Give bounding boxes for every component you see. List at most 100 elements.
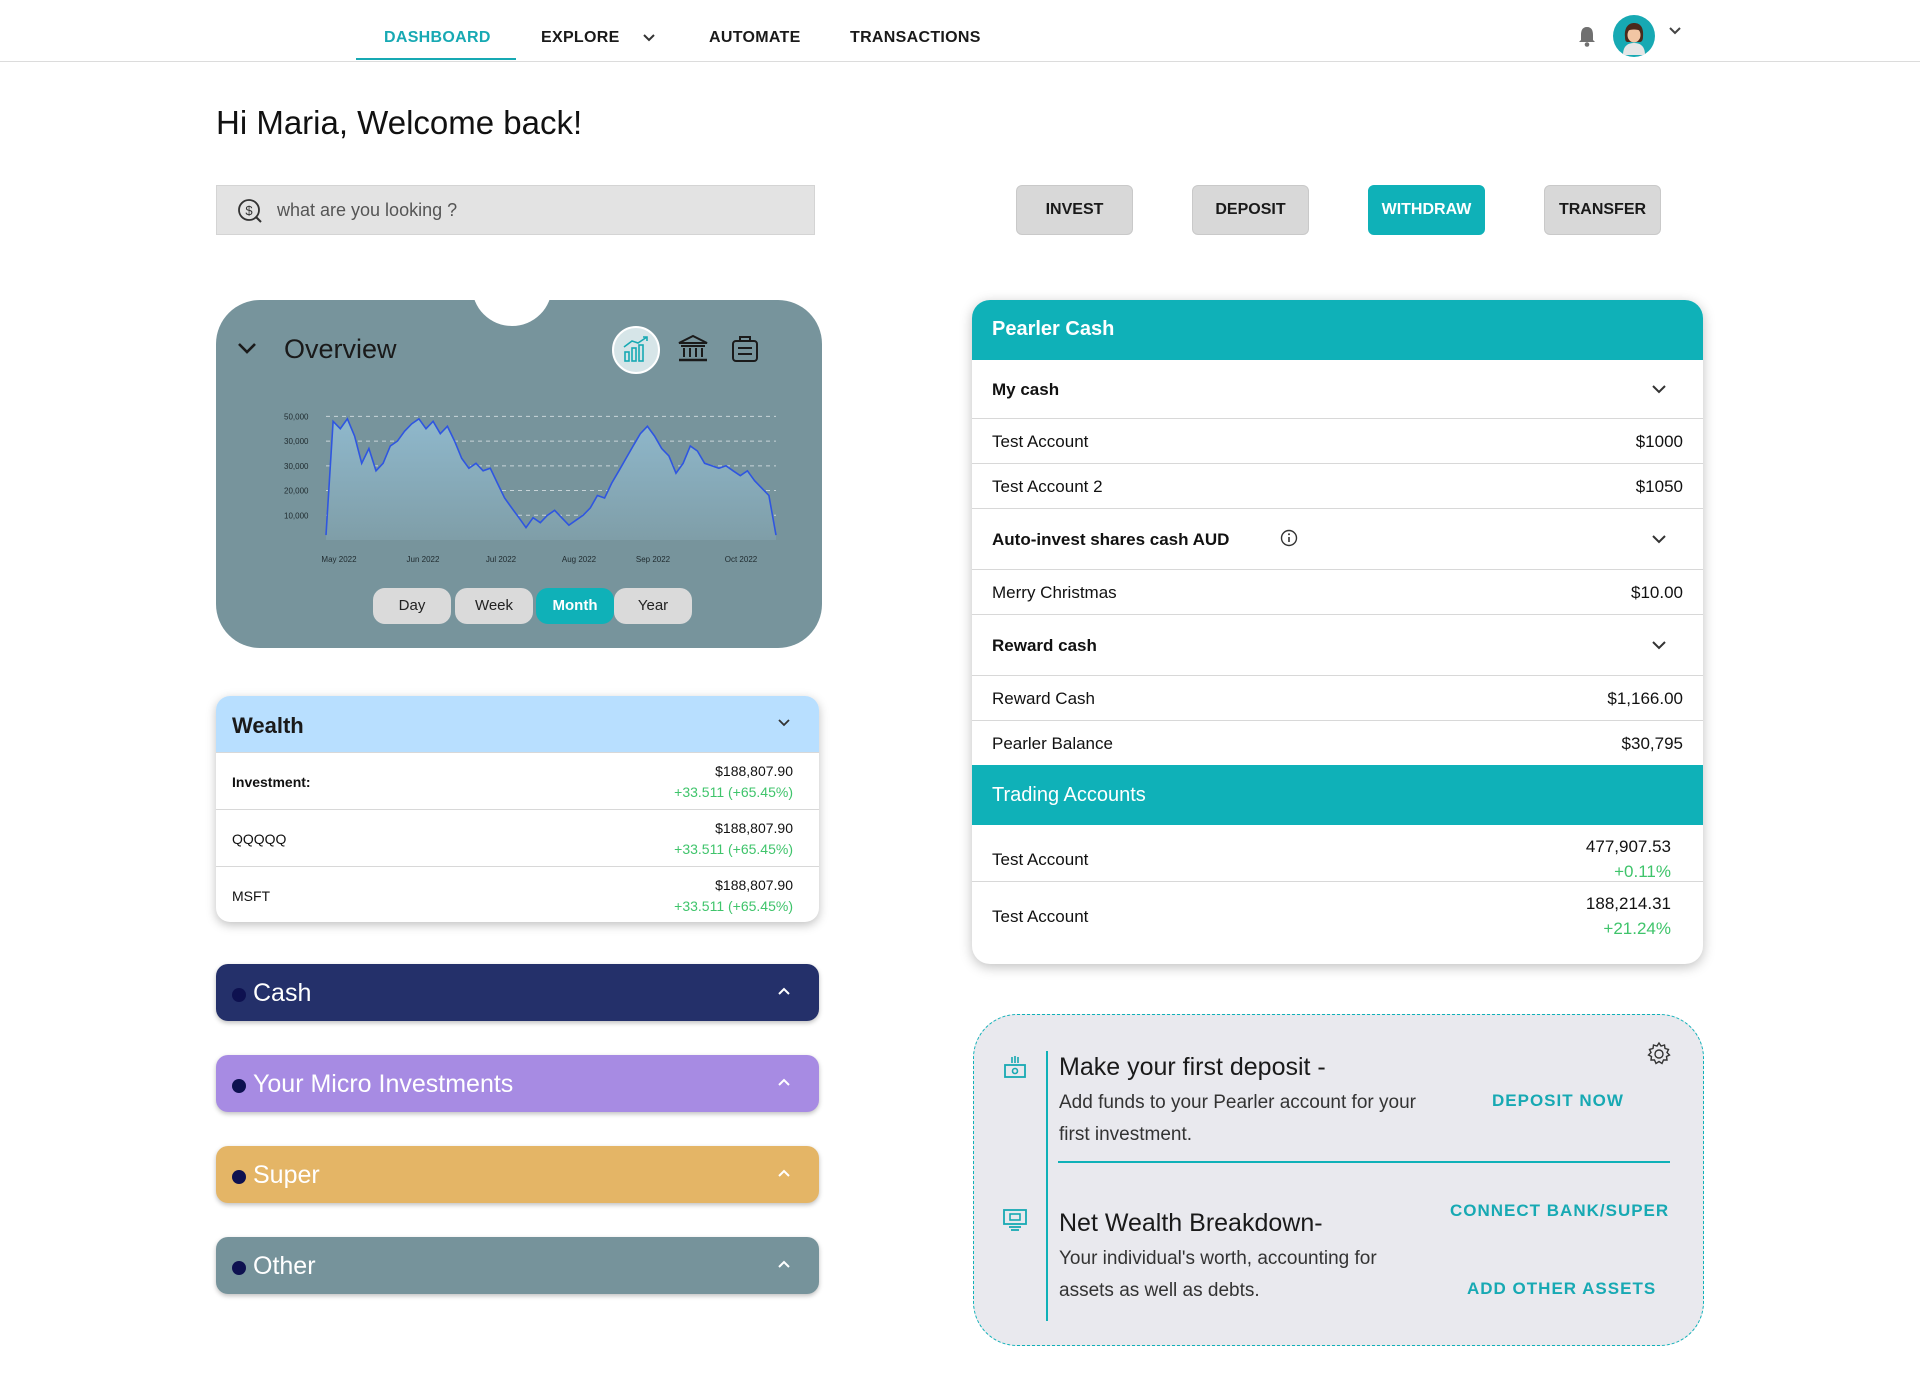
- nav-explore[interactable]: EXPLORE: [541, 0, 656, 62]
- my-cash-section-header[interactable]: My cash: [972, 360, 1703, 419]
- cash-account-label: Test Account: [992, 432, 1089, 451]
- getting-started-panel: Make your first deposit - Add funds to y…: [973, 1014, 1704, 1346]
- reward-cash-label: Reward cash: [992, 636, 1097, 655]
- trading-account-row[interactable]: Test Account 477,907.53 +0.11%: [972, 825, 1703, 882]
- wealth-row[interactable]: Investment: $188,807.90 +33.511 (+65.45%…: [216, 752, 819, 809]
- overview-title: Overview: [284, 334, 397, 364]
- wealth-row-label: QQQQQ: [232, 831, 287, 847]
- trading-account-value: 188,214.31: [1585, 894, 1671, 913]
- auto-invest-section-header[interactable]: Auto-invest shares cash AUD: [972, 509, 1703, 570]
- search-input[interactable]: [277, 186, 797, 234]
- chevron-up-icon: [778, 987, 790, 995]
- withdraw-button[interactable]: WITHDRAW: [1368, 185, 1485, 235]
- bell-icon[interactable]: [1576, 24, 1598, 48]
- cash-account-value: $1000: [1635, 432, 1683, 451]
- category-micro-investments-bar[interactable]: Your Micro Investments: [216, 1055, 819, 1112]
- first-deposit-description: Add funds to your Pearler account for yo…: [1059, 1092, 1416, 1145]
- chart-x-tick-label: May 2022: [321, 555, 357, 564]
- period-month-button[interactable]: Month: [536, 588, 614, 624]
- trading-account-label: Test Account: [992, 907, 1089, 926]
- category-dot: [232, 988, 246, 1002]
- chart-y-tick-label: 20,000: [284, 487, 309, 496]
- growth-chart-icon: [623, 336, 648, 362]
- wealth-row-change: +33.511 (+65.45%): [674, 841, 793, 857]
- period-year-button[interactable]: Year: [614, 588, 692, 624]
- welcome-heading: Hi Maria, Welcome back!: [216, 104, 583, 141]
- cash-account-row[interactable]: Test Account $1000: [972, 419, 1703, 464]
- reward-cash-section-header[interactable]: Reward cash: [972, 615, 1703, 676]
- chart-y-tick-label: 50,000: [284, 412, 309, 421]
- cash-account-label: Merry Christmas: [992, 583, 1117, 602]
- trading-accounts-header: Trading Accounts: [972, 765, 1703, 825]
- wealth-row[interactable]: MSFT $188,807.90 +33.511 (+65.45%): [216, 866, 819, 922]
- pearler-balance-value: $30,795: [1621, 734, 1683, 753]
- chart-y-tick-label: 30,000: [284, 462, 309, 471]
- cash-account-row[interactable]: Reward Cash $1,166.00: [972, 676, 1703, 721]
- briefcase-icon[interactable]: [730, 334, 760, 364]
- pearler-cash-header: Pearler Cash: [972, 300, 1703, 360]
- bank-icon[interactable]: [677, 334, 709, 364]
- net-wealth-description: Your individual's worth, accounting for …: [1059, 1248, 1377, 1301]
- nav-explore-label: EXPLORE: [541, 29, 620, 46]
- period-week-button[interactable]: Week: [455, 588, 533, 624]
- svg-text:$: $: [245, 203, 253, 218]
- my-cash-label: My cash: [992, 380, 1060, 399]
- category-label: Other: [253, 1252, 316, 1280]
- connect-bank-super-link[interactable]: CONNECT BANK/SUPER: [1450, 1201, 1669, 1221]
- gear-icon[interactable]: [1646, 1041, 1672, 1067]
- nav-automate[interactable]: AUTOMATE: [709, 0, 801, 62]
- collapse-chevron-icon[interactable]: [236, 340, 258, 356]
- trading-account-value: 477,907.53: [1585, 837, 1671, 856]
- pearler-cash-card: Pearler Cash My cash Test Account $1000 …: [972, 300, 1703, 964]
- wealth-card: Wealth Investment: $188,807.90 +33.511 (…: [216, 696, 819, 922]
- cash-account-value: $10.00: [1631, 583, 1683, 602]
- pearler-balance-row[interactable]: Pearler Balance $30,795: [972, 721, 1703, 765]
- chevron-down-icon: [778, 719, 790, 727]
- chart-x-tick-label: Oct 2022: [725, 555, 758, 564]
- category-label: Super: [253, 1161, 320, 1189]
- overview-notch: [472, 274, 552, 326]
- chart-y-tick-label: 30,000: [284, 437, 309, 446]
- first-deposit-title: Make your first deposit -: [1059, 1053, 1326, 1081]
- account-chevron-down-icon[interactable]: [1668, 26, 1682, 36]
- trading-account-row[interactable]: Test Account 188,214.31 +21.24%: [972, 882, 1703, 939]
- cash-account-row[interactable]: Test Account 2 $1050: [972, 464, 1703, 509]
- category-label: Your Micro Investments: [253, 1070, 514, 1098]
- category-label: Cash: [253, 979, 312, 1007]
- wealth-row[interactable]: QQQQQ $188,807.90 +33.511 (+65.45%): [216, 809, 819, 866]
- category-other-bar[interactable]: Other: [216, 1237, 819, 1294]
- trading-accounts-title: Trading Accounts: [992, 784, 1146, 806]
- chart-view-button[interactable]: [612, 326, 660, 374]
- trading-account-change: +0.11%: [1614, 862, 1671, 881]
- pearler-cash-title: Pearler Cash: [992, 318, 1115, 340]
- cash-account-value: $1050: [1635, 477, 1683, 496]
- transfer-button[interactable]: TRANSFER: [1544, 185, 1661, 235]
- wealth-title: Wealth: [232, 713, 304, 738]
- category-dot: [232, 1079, 246, 1093]
- pearler-balance-label: Pearler Balance: [992, 734, 1113, 753]
- chevron-up-icon: [778, 1169, 790, 1177]
- search-bar: $: [216, 185, 815, 235]
- period-day-button[interactable]: Day: [373, 588, 451, 624]
- cash-account-row[interactable]: Merry Christmas $10.00: [972, 570, 1703, 615]
- category-dot: [232, 1261, 246, 1275]
- deposit-button[interactable]: DEPOSIT: [1192, 185, 1309, 235]
- category-super-bar[interactable]: Super: [216, 1146, 819, 1203]
- nav-active-underline: [356, 58, 516, 60]
- dollar-search-icon: $: [238, 199, 262, 223]
- info-icon[interactable]: [1280, 529, 1298, 547]
- chart-x-tick-label: Sep 2022: [636, 555, 671, 564]
- avatar[interactable]: [1613, 15, 1655, 57]
- deposit-now-link[interactable]: DEPOSIT NOW: [1492, 1091, 1624, 1111]
- nav-transactions[interactable]: TRANSACTIONS: [850, 0, 981, 62]
- auto-invest-label: Auto-invest shares cash AUD: [992, 530, 1230, 549]
- cash-account-label: Test Account 2: [992, 477, 1103, 496]
- panel-divider-horizontal: [1058, 1161, 1670, 1163]
- nav-dashboard[interactable]: DASHBOARD: [384, 0, 491, 62]
- add-other-assets-link[interactable]: ADD OTHER ASSETS: [1467, 1279, 1656, 1299]
- chevron-down-icon: [1652, 641, 1666, 650]
- invest-button[interactable]: INVEST: [1016, 185, 1133, 235]
- chevron-down-icon: [1652, 385, 1666, 394]
- category-cash-bar[interactable]: Cash: [216, 964, 819, 1021]
- wealth-header[interactable]: Wealth: [216, 696, 819, 752]
